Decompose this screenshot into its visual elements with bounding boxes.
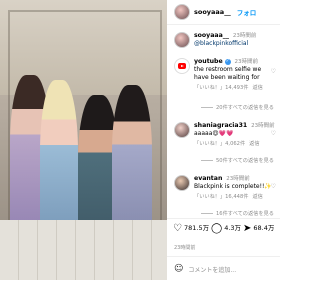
comment-likes[interactable]: 「いいね！」14,493件	[194, 85, 248, 91]
comment-likes[interactable]: 「いいね！」4,062件	[194, 141, 245, 147]
comment-username[interactable]: evantan	[194, 175, 222, 182]
avatar[interactable]	[174, 4, 190, 20]
comments-panel: sooyaaa__ フォロ sooyaaa__ 23時間前 @blackpink…	[167, 0, 280, 280]
caption-timestamp[interactable]: 23時間前	[233, 33, 257, 39]
view-replies-link[interactable]: 16件すべての返信を見る	[201, 210, 274, 217]
comment-text: the restroom selfie we have been waiting…	[194, 66, 262, 81]
view-replies-link[interactable]: 20件すべての返信を見る	[201, 104, 274, 111]
avatar[interactable]	[174, 58, 190, 74]
heart-icon: ♡	[173, 223, 182, 234]
comment-username[interactable]: shaniagracia31	[194, 122, 247, 129]
photo-counter	[0, 220, 167, 280]
post-date: 23時間前	[174, 245, 196, 251]
comment-input[interactable]: コメントを追加...	[188, 265, 236, 274]
share-count: 68.4万	[253, 224, 275, 232]
caption-mention-link[interactable]: @blackpinkofficial	[194, 40, 276, 48]
comment-timestamp[interactable]: 23時間前	[235, 59, 259, 65]
comment-text: aaaaa😍💗💗	[194, 130, 234, 137]
avatar[interactable]	[174, 122, 190, 138]
share-button[interactable]: ➤ 68.4万	[243, 223, 274, 234]
comment-text: Blackpink is complete!!✨	[194, 183, 272, 190]
comment-count: 4.3万	[224, 224, 242, 232]
comment-button[interactable]: ◯ 4.3万	[211, 223, 241, 234]
comment-composer: ☺ コメントを追加...	[167, 256, 280, 281]
comment-username[interactable]: youtube	[194, 58, 223, 65]
like-comment-heart-icon[interactable]: ♡	[271, 130, 276, 137]
reply-button[interactable]: 返信	[252, 194, 262, 200]
like-comment-heart-icon[interactable]: ♡	[271, 68, 276, 75]
comment-timestamp[interactable]: 23時間前	[226, 176, 250, 182]
comment-likes[interactable]: 「いいね！」16,448件	[194, 194, 248, 200]
avatar[interactable]	[174, 175, 190, 191]
like-button[interactable]: ♡ 781.5万	[173, 223, 209, 234]
youtube-logo-icon	[178, 63, 186, 69]
view-replies-link[interactable]: 50件すべての返信を見る	[201, 157, 274, 164]
post-header: sooyaaa__ フォロ	[167, 0, 280, 25]
paper-plane-icon: ➤	[243, 223, 252, 234]
comment-bubble-icon: ◯	[211, 223, 223, 234]
comment-timestamp[interactable]: 23時間前	[251, 123, 275, 129]
like-comment-heart-icon[interactable]: ♡	[271, 183, 276, 190]
verified-badge-icon: ✓	[224, 58, 231, 65]
follow-button[interactable]: フォロ	[237, 7, 257, 17]
header-username[interactable]: sooyaaa__	[194, 8, 231, 16]
reply-button[interactable]: 返信	[249, 141, 259, 147]
post-actions: ♡ 781.5万 ◯ 4.3万 ➤ 68.4万	[167, 218, 280, 241]
reply-button[interactable]: 返信	[252, 85, 262, 91]
avatar[interactable]	[174, 32, 190, 48]
caption-username[interactable]: sooyaaa__	[194, 32, 229, 39]
emoji-icon[interactable]: ☺	[174, 264, 183, 274]
like-count: 781.5万	[183, 224, 210, 232]
post-photo[interactable]	[0, 0, 167, 280]
